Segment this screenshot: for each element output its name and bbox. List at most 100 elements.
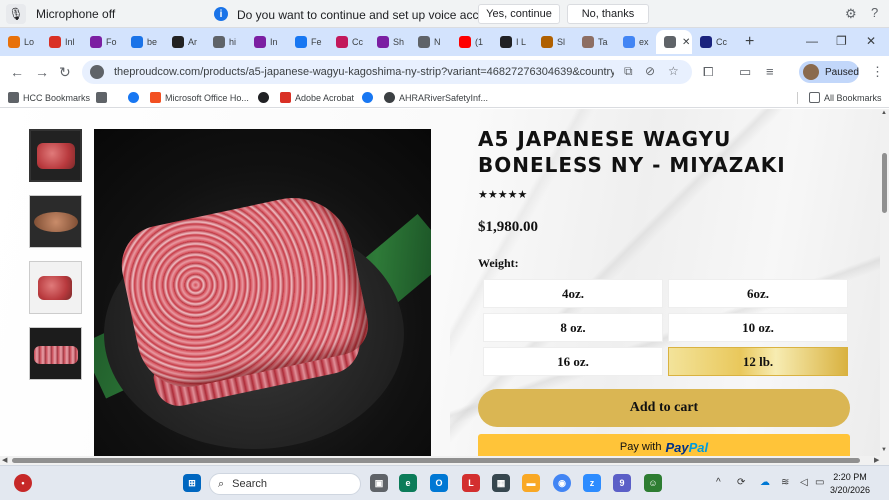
tab[interactable]: ✕ <box>656 30 692 54</box>
tab[interactable]: Ta <box>574 30 615 54</box>
volume-icon[interactable]: ◁ <box>800 477 808 488</box>
chevron-up-icon[interactable]: ^ <box>716 477 721 488</box>
scroll-left-icon[interactable]: ◀ <box>2 456 7 464</box>
product-thumbnail[interactable] <box>29 129 82 182</box>
horizontal-scrollbar[interactable]: ◀ ▶ <box>0 456 889 465</box>
profile-button[interactable]: Paused <box>799 61 859 83</box>
tab[interactable]: Lo <box>0 30 41 54</box>
tab[interactable]: Sl <box>533 30 574 54</box>
bookmark-item[interactable] <box>96 92 111 103</box>
search-label: Search <box>232 478 268 490</box>
tab[interactable]: (1 <box>451 30 492 54</box>
tab[interactable]: Fo <box>82 30 123 54</box>
edge-icon[interactable]: e <box>399 474 417 492</box>
vertical-scrollbar[interactable]: ▲ ▼ <box>880 109 889 456</box>
tab[interactable]: Cc <box>328 30 369 54</box>
eye-off-icon[interactable]: ⊘ <box>645 64 655 78</box>
install-icon[interactable]: ⧉ <box>624 64 633 79</box>
tab[interactable]: be <box>123 30 164 54</box>
notification-app-icon[interactable]: • <box>14 474 32 492</box>
weight-option[interactable]: 6oz. <box>668 279 848 308</box>
teams-icon[interactable]: 9 <box>613 474 631 492</box>
task-view-icon[interactable]: ▣ <box>370 474 388 492</box>
weight-option[interactable]: 4oz. <box>483 279 663 308</box>
tab[interactable]: Fe <box>287 30 328 54</box>
weight-option-selected[interactable]: 12 lb. <box>668 347 848 376</box>
clock-time: 2:20 PM <box>833 472 867 482</box>
help-icon[interactable]: ? <box>871 5 878 20</box>
onedrive-icon[interactable]: ☁ <box>760 477 770 488</box>
minimize-icon[interactable]: — <box>806 34 818 48</box>
product-thumbnail[interactable] <box>29 327 82 380</box>
product-page: A5 JAPANESE WAGYU BONELESS NY - MIYAZAKI… <box>0 109 880 456</box>
bookmark-item[interactable]: AHRARiverSafetyInf... <box>384 92 488 103</box>
back-icon[interactable]: ← <box>10 64 24 80</box>
weight-option[interactable]: 10 oz. <box>668 313 848 342</box>
new-tab-icon[interactable]: + <box>745 33 754 51</box>
tab[interactable]: Sh <box>369 30 410 54</box>
battery-icon[interactable]: ▭ <box>815 477 824 488</box>
paypal-prefix: Pay with <box>619 441 662 453</box>
gear-icon[interactable]: ⚙ <box>845 6 857 22</box>
forward-icon[interactable]: → <box>35 64 49 80</box>
zoom-icon[interactable]: z <box>583 474 601 492</box>
file-explorer-icon[interactable]: ▬ <box>522 474 540 492</box>
scroll-up-icon[interactable]: ▲ <box>881 110 887 116</box>
product-thumbnail[interactable] <box>29 195 82 248</box>
tab[interactable]: ex <box>615 30 656 54</box>
bookmark-item[interactable] <box>128 92 143 103</box>
bookmark-item[interactable] <box>362 92 377 103</box>
outlook-icon[interactable]: O <box>430 474 448 492</box>
paypal-button[interactable]: Pay with PayPal <box>478 434 850 456</box>
tab[interactable]: In <box>246 30 287 54</box>
close-window-icon[interactable]: ✕ <box>866 34 876 48</box>
bookmark-item[interactable]: Microsoft Office Ho... <box>150 92 249 103</box>
weight-option[interactable]: 16 oz. <box>483 347 663 376</box>
taskbar-search[interactable]: ⌕ Search <box>209 473 361 495</box>
add-to-cart-button[interactable]: Add to cart <box>478 389 850 427</box>
wifi-icon[interactable]: ≋ <box>781 477 789 488</box>
site-info-icon[interactable] <box>90 65 104 79</box>
extensions-icon[interactable]: ⧠ <box>703 64 713 80</box>
store-icon[interactable]: ▦ <box>492 474 510 492</box>
tab[interactable]: Cc <box>692 30 733 54</box>
bookmark-item[interactable] <box>258 92 273 103</box>
reading-list-icon[interactable]: ≡ <box>766 64 774 79</box>
tab[interactable]: Ar <box>164 30 205 54</box>
scroll-thumb[interactable] <box>12 458 860 463</box>
maximize-icon[interactable]: ❐ <box>836 34 847 48</box>
l-app-icon[interactable]: L <box>462 474 480 492</box>
reload-icon[interactable]: ↻ <box>59 64 71 81</box>
tab[interactable]: N <box>410 30 451 54</box>
close-icon[interactable]: ✕ <box>682 37 690 48</box>
url-text[interactable]: theproudcow.com/products/a5-japanese-wag… <box>114 66 614 78</box>
facebook-icon <box>362 92 373 103</box>
app-icon <box>384 92 395 103</box>
product-thumbnail[interactable] <box>29 261 82 314</box>
system-clock[interactable]: 2:20 PM 3/20/2026 <box>830 471 870 497</box>
tab[interactable]: I L <box>492 30 533 54</box>
tab[interactable]: hi <box>205 30 246 54</box>
bookmark-star-icon[interactable]: ☆ <box>668 64 679 78</box>
all-bookmarks[interactable]: All Bookmarks <box>809 92 882 103</box>
sync-icon[interactable]: ⟳ <box>737 477 745 488</box>
weight-option[interactable]: 8 oz. <box>483 313 663 342</box>
address-bar[interactable]: theproudcow.com/products/a5-japanese-wag… <box>82 60 692 84</box>
product-main-image[interactable] <box>94 129 431 456</box>
people-icon[interactable]: ☺ <box>644 474 662 492</box>
scroll-down-icon[interactable]: ▼ <box>881 447 887 453</box>
tab-label: ex <box>639 37 649 47</box>
scroll-thumb[interactable] <box>882 153 887 213</box>
no-thanks-button[interactable]: No, thanks <box>567 4 649 24</box>
chrome-icon[interactable]: ◉ <box>553 474 571 492</box>
more-menu-icon[interactable]: ⋮ <box>871 64 884 80</box>
bookmark-item[interactable]: HCC Bookmarks <box>8 92 90 103</box>
start-icon[interactable]: ⊞ <box>183 474 201 492</box>
tab[interactable]: Inl <box>41 30 82 54</box>
yes-continue-button[interactable]: Yes, continue <box>478 4 560 24</box>
bookmark-item[interactable]: Adobe Acrobat <box>280 92 354 103</box>
microphone-off-icon[interactable]: 🎙 <box>6 3 26 24</box>
rating-stars[interactable]: ★★★★★ <box>478 188 527 201</box>
media-icon[interactable]: ▭ <box>739 64 751 80</box>
scroll-right-icon[interactable]: ▶ <box>874 456 879 464</box>
